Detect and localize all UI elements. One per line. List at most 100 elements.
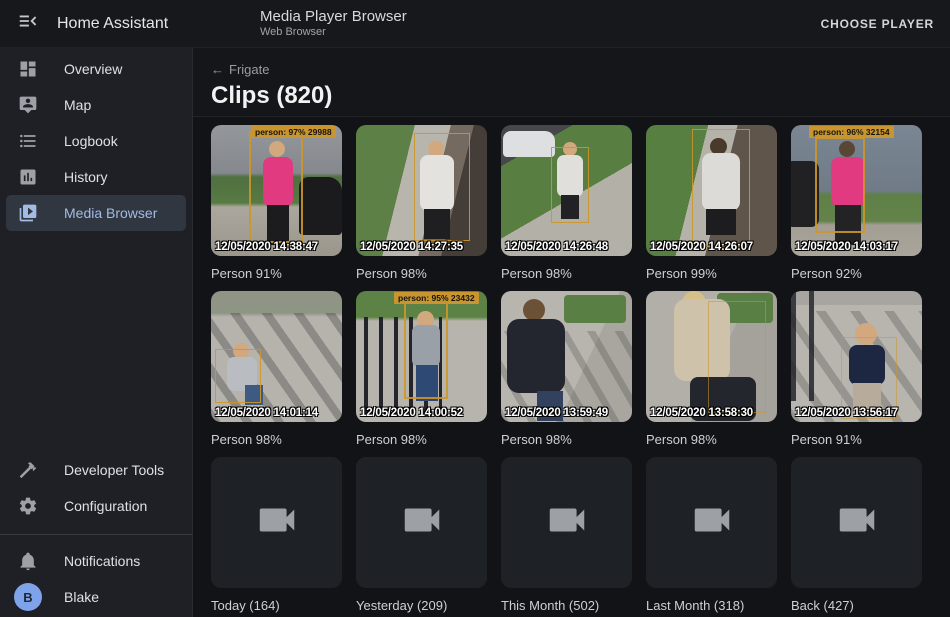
clip-card[interactable]: person: 96% 32154 12/05/2020 14:03:17 Pe…: [791, 125, 922, 282]
sidebar-item-map[interactable]: Map: [6, 87, 186, 123]
sidebar-item-label: History: [64, 169, 108, 185]
top-app-bar: Home Assistant Media Player Browser Web …: [0, 0, 950, 48]
sidebar-item-user-profile[interactable]: B Blake: [6, 579, 186, 615]
page-title: Clips (820): [211, 82, 950, 110]
sidebar-item-label: Developer Tools: [64, 462, 164, 478]
clip-thumbnail: 12/05/2020 13:59:49: [501, 291, 632, 422]
clip-card[interactable]: 12/05/2020 14:26:48 Person 98%: [501, 125, 632, 282]
clip-card[interactable]: person: 95% 23432 12/05/2020 14:00:52 Pe…: [356, 291, 487, 448]
clip-caption: Person 98%: [501, 265, 632, 282]
app-title: Home Assistant: [57, 15, 168, 33]
clip-card[interactable]: person: 97% 29988 12/05/2020 14:38:47 Pe…: [211, 125, 342, 282]
clip-timestamp: 12/05/2020 13:58:30: [650, 407, 753, 419]
clip-thumbnail: 12/05/2020 14:27:35: [356, 125, 487, 256]
clip-caption: Person 91%: [211, 265, 342, 282]
folder-card-yesterday[interactable]: Yesterday (209): [356, 457, 487, 614]
folder-thumbnail: [211, 457, 342, 588]
scene-shape: [507, 319, 565, 393]
bell-icon: [18, 551, 38, 571]
map-account-icon: [18, 95, 38, 115]
sidebar-item-history[interactable]: History: [6, 159, 186, 195]
clip-caption: Person 92%: [791, 265, 922, 282]
folder-card-back[interactable]: Back (427): [791, 457, 922, 614]
user-name: Blake: [64, 589, 99, 605]
page-header-subtitle: Web Browser: [260, 26, 407, 39]
clip-caption: Person 91%: [791, 431, 922, 448]
sidebar-item-label: Logbook: [64, 133, 118, 149]
clip-card[interactable]: 12/05/2020 13:56:17 Person 91%: [791, 291, 922, 448]
clip-thumbnail: 12/05/2020 14:26:48: [501, 125, 632, 256]
clip-thumbnail: person: 95% 23432 12/05/2020 14:00:52: [356, 291, 487, 422]
scene-shape: [564, 295, 626, 323]
sidebar: Overview Map Logbook History Media Brows…: [0, 48, 193, 617]
clip-timestamp: 12/05/2020 14:27:35: [360, 241, 463, 253]
clip-caption: Person 98%: [356, 431, 487, 448]
clips-grid: person: 97% 29988 12/05/2020 14:38:47 Pe…: [193, 117, 950, 617]
sidebar-item-logbook[interactable]: Logbook: [6, 123, 186, 159]
choose-player-button[interactable]: CHOOSE PLAYER: [821, 0, 934, 48]
folder-card-this-month[interactable]: This Month (502): [501, 457, 632, 614]
folder-thumbnail: [646, 457, 777, 588]
hammer-icon: [18, 460, 38, 480]
sidebar-item-label: Map: [64, 97, 91, 113]
detection-bounding-box: [692, 129, 750, 247]
clip-timestamp: 12/05/2020 13:56:17: [795, 407, 898, 419]
sidebar-item-overview[interactable]: Overview: [6, 51, 186, 87]
folder-thumbnail: [501, 457, 632, 588]
folder-thumbnail: [356, 457, 487, 588]
clip-caption: Person 99%: [646, 265, 777, 282]
sidebar-divider: [0, 534, 192, 535]
breadcrumb-label: Frigate: [229, 62, 269, 77]
breadcrumb-back-frigate[interactable]: ← Frigate: [211, 62, 269, 77]
sidebar-toggle-button[interactable]: [4, 0, 52, 48]
detection-label: person: 96% 32154: [809, 126, 894, 138]
clip-timestamp: 12/05/2020 14:01:14: [215, 407, 318, 419]
sidebar-item-label: Overview: [64, 61, 122, 77]
clip-card[interactable]: 12/05/2020 13:59:49 Person 98%: [501, 291, 632, 448]
sidebar-item-label: Notifications: [64, 553, 140, 569]
scene-shape: [523, 299, 545, 321]
view-dashboard-icon: [18, 59, 38, 79]
folder-thumbnail: [791, 457, 922, 588]
folder-label: Today (164): [211, 597, 342, 614]
folder-label: Last Month (318): [646, 597, 777, 614]
clip-card[interactable]: 12/05/2020 14:01:14 Person 98%: [211, 291, 342, 448]
clip-timestamp: 12/05/2020 14:26:48: [505, 241, 608, 253]
clip-card[interactable]: 12/05/2020 14:27:35 Person 98%: [356, 125, 487, 282]
detection-label: person: 97% 29988: [251, 126, 336, 138]
folder-card-last-month[interactable]: Last Month (318): [646, 457, 777, 614]
chart-box-icon: [18, 167, 38, 187]
folder-card-today[interactable]: Today (164): [211, 457, 342, 614]
sidebar-item-label: Configuration: [64, 498, 147, 514]
clip-card[interactable]: 12/05/2020 14:26:07 Person 99%: [646, 125, 777, 282]
clip-thumbnail: 12/05/2020 13:56:17: [791, 291, 922, 422]
sidebar-item-configuration[interactable]: Configuration: [6, 488, 186, 524]
video-camera-icon: [544, 497, 590, 548]
folder-label: This Month (502): [501, 597, 632, 614]
detection-bounding-box: [815, 137, 865, 233]
video-camera-icon: [254, 497, 300, 548]
media-player-header: Media Player Browser Web Browser: [260, 7, 407, 39]
clip-card[interactable]: 12/05/2020 13:58:30 Person 98%: [646, 291, 777, 448]
media-browser-content: ← Frigate Clips (820) person: 97% 29988 …: [193, 48, 950, 617]
detection-bounding-box: [249, 131, 303, 243]
sidebar-item-notifications[interactable]: Notifications: [6, 543, 186, 579]
detection-bounding-box: [708, 301, 766, 413]
sidebar-item-developer-tools[interactable]: Developer Tools: [6, 452, 186, 488]
clip-timestamp: 12/05/2020 14:26:07: [650, 241, 753, 253]
clip-timestamp: 12/05/2020 14:38:47: [215, 241, 318, 253]
video-camera-icon: [689, 497, 735, 548]
list-bulleted-icon: [18, 131, 38, 151]
back-arrow-icon: ←: [211, 62, 224, 77]
clip-thumbnail: 12/05/2020 14:01:14: [211, 291, 342, 422]
clip-thumbnail: person: 96% 32154 12/05/2020 14:03:17: [791, 125, 922, 256]
clip-caption: Person 98%: [356, 265, 487, 282]
clip-caption: Person 98%: [646, 431, 777, 448]
detection-bounding-box: [414, 133, 470, 241]
detection-bounding-box: [551, 147, 589, 223]
detection-label: person: 95% 23432: [394, 292, 479, 304]
clip-timestamp: 12/05/2020 14:03:17: [795, 241, 898, 253]
play-box-multiple-icon: [18, 203, 38, 223]
sidebar-item-media-browser[interactable]: Media Browser: [6, 195, 186, 231]
clip-thumbnail: person: 97% 29988 12/05/2020 14:38:47: [211, 125, 342, 256]
